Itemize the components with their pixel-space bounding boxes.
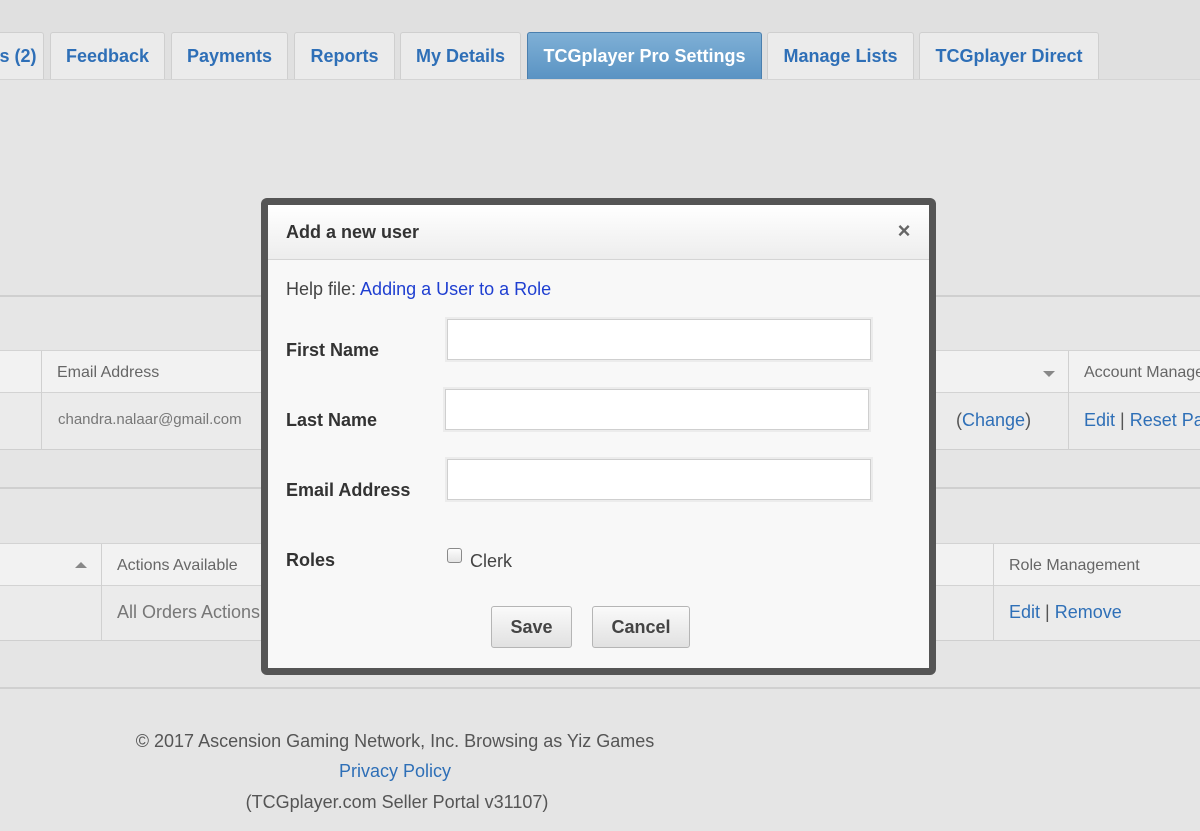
tab-label: s (2) <box>0 45 37 66</box>
edit-role-link[interactable]: Edit <box>1009 602 1040 622</box>
reset-password-link[interactable]: Reset Pa <box>1130 410 1200 430</box>
tab-partial[interactable]: s (2) <box>0 32 44 79</box>
close-icon[interactable]: × <box>892 219 916 243</box>
first-name-input[interactable] <box>447 319 871 360</box>
change-cell: (Change) <box>956 410 1031 431</box>
role-management-column-header: Role Management <box>1009 557 1140 574</box>
email-column-header[interactable]: Email Address <box>57 364 159 382</box>
last-name-label: Last Name <box>286 410 378 430</box>
change-link[interactable]: Change <box>962 410 1025 430</box>
user-email-cell: chandra.nalaar@gmail.com <box>58 411 242 428</box>
account-actions-cell: Edit | Reset Pa <box>1084 410 1200 431</box>
column-divider <box>41 351 42 450</box>
tab-manage-lists[interactable]: Manage Lists <box>767 32 914 79</box>
tab-label: TCGplayer Pro Settings <box>543 45 746 66</box>
modal-header: Add a new user × <box>268 205 929 260</box>
email-label: Email Address <box>286 480 411 500</box>
tab-label: Feedback <box>65 45 150 66</box>
column-divider <box>101 544 102 641</box>
privacy-policy-link[interactable]: Privacy Policy <box>295 761 495 782</box>
first-name-label: First Name <box>286 340 380 360</box>
tab-tcgplayer-pro-settings[interactable]: TCGplayer Pro Settings <box>527 32 762 79</box>
tab-label: TCGplayer Direct <box>935 45 1083 66</box>
help-prefix: Help file: <box>286 279 357 299</box>
save-button[interactable]: Save <box>491 606 572 648</box>
tab-bar-divider <box>0 79 1200 80</box>
column-divider <box>1068 351 1069 450</box>
role-actions-cell: Edit | Remove <box>1009 602 1122 623</box>
account-management-column-header: Account Manage <box>1084 364 1200 381</box>
separator: | <box>1120 410 1125 430</box>
help-link[interactable]: Adding a User to a Role <box>360 279 551 299</box>
tab-payments[interactable]: Payments <box>171 32 288 79</box>
tab-label: Reports <box>310 45 379 66</box>
tab-label: My Details <box>415 45 506 66</box>
clerk-label[interactable]: Clerk <box>470 551 512 572</box>
actions-cell: All Orders Actions <box>117 602 261 622</box>
sort-caret-icon[interactable] <box>75 562 87 568</box>
tab-reports[interactable]: Reports <box>294 32 395 79</box>
last-name-input[interactable] <box>445 389 869 430</box>
modal-title: Add a new user <box>286 222 420 242</box>
roles-label: Roles <box>286 550 336 570</box>
footer-divider <box>0 687 1200 689</box>
modal-body: Add a new user × Help file: Adding a Use… <box>268 205 929 668</box>
email-input[interactable] <box>447 459 871 500</box>
separator: | <box>1045 602 1050 622</box>
remove-role-link[interactable]: Remove <box>1055 602 1122 622</box>
copyright-text: © 2017 Ascension Gaming Network, Inc. Br… <box>135 731 655 751</box>
tab-feedback[interactable]: Feedback <box>50 32 165 79</box>
actions-available-column-header: Actions Available <box>117 557 238 574</box>
column-divider <box>993 544 994 641</box>
help-file: Help file: Adding a User to a Role <box>286 279 551 300</box>
edit-user-link[interactable]: Edit <box>1084 410 1115 430</box>
tab-label: Manage Lists <box>783 45 898 66</box>
paren-close: ) <box>1025 410 1032 430</box>
clerk-checkbox[interactable] <box>447 548 462 563</box>
tab-tcgplayer-direct[interactable]: TCGplayer Direct <box>919 32 1099 79</box>
tab-my-details[interactable]: My Details <box>400 32 521 79</box>
add-user-modal: Add a new user × Help file: Adding a Use… <box>261 198 936 675</box>
tab-label: Payments <box>186 45 273 66</box>
sort-caret-icon[interactable] <box>1043 371 1055 377</box>
portal-version-text: (TCGplayer.com Seller Portal v31107) <box>245 792 549 812</box>
cancel-button[interactable]: Cancel <box>592 606 690 648</box>
